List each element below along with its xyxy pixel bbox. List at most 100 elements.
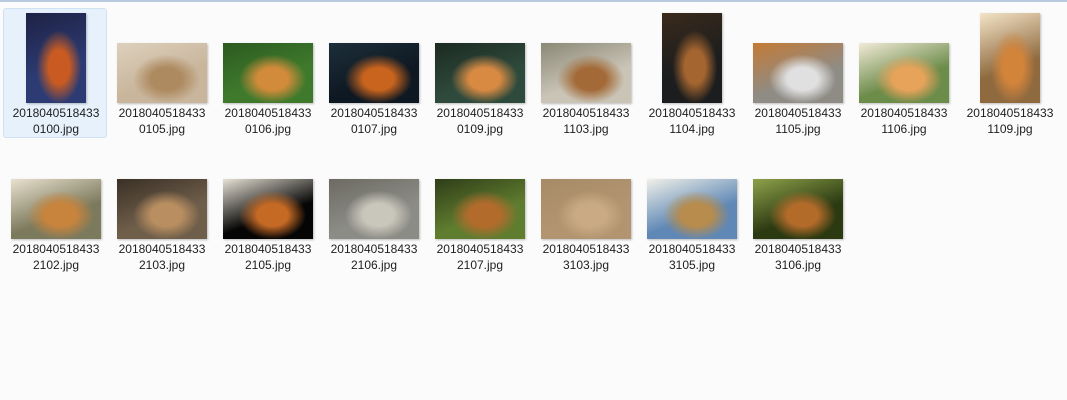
file-name: 2018040518433 1104.jpg xyxy=(640,105,744,137)
file-name-line-1: 2018040518433 xyxy=(542,242,630,256)
file-name-line-1: 2018040518433 xyxy=(224,242,312,256)
file-name-line-2: 0109.jpg xyxy=(456,122,504,136)
file-name-line-1: 2018040518433 xyxy=(118,242,206,256)
file-name-line-1: 2018040518433 xyxy=(436,106,524,120)
file-name: 2018040518433 0106.jpg xyxy=(216,105,320,137)
file-item[interactable]: 2018040518433 2107.jpg xyxy=(427,144,531,274)
file-name-line-2: 2102.jpg xyxy=(32,258,80,272)
thumbnail-frame xyxy=(4,147,108,239)
thumbnail-frame xyxy=(534,11,638,103)
file-item[interactable]: 2018040518433 2102.jpg xyxy=(3,144,107,274)
file-name-line-1: 2018040518433 xyxy=(860,106,948,120)
image-thumbnail xyxy=(980,13,1040,103)
thumbnail-frame xyxy=(428,147,532,239)
file-item[interactable]: 2018040518433 0105.jpg xyxy=(109,8,213,138)
file-name: 2018040518433 2105.jpg xyxy=(216,241,320,273)
image-thumbnail xyxy=(329,43,419,103)
image-thumbnail xyxy=(435,179,525,239)
file-name: 2018040518433 0109.jpg xyxy=(428,105,532,137)
file-item[interactable]: 2018040518433 1103.jpg xyxy=(533,8,637,138)
file-icon-grid[interactable]: 2018040518433 0100.jpg 2018040518433 0105.j… xyxy=(0,0,1067,400)
file-name: 2018040518433 2103.jpg xyxy=(110,241,214,273)
file-name: 2018040518433 1109.jpg xyxy=(958,105,1062,137)
file-name-line-2: 0106.jpg xyxy=(244,122,292,136)
file-name-line-2: 2103.jpg xyxy=(138,258,186,272)
thumbnail-frame xyxy=(640,147,744,239)
file-item[interactable]: 2018040518433 1105.jpg xyxy=(745,8,849,138)
image-thumbnail xyxy=(26,13,86,103)
image-thumbnail xyxy=(662,13,722,103)
file-name-line-1: 2018040518433 xyxy=(648,242,736,256)
file-name-line-2: 1105.jpg xyxy=(775,122,821,136)
file-name-line-1: 2018040518433 xyxy=(224,106,312,120)
file-name-line-1: 2018040518433 xyxy=(542,106,630,120)
file-name: 2018040518433 3105.jpg xyxy=(640,241,744,273)
file-name-line-2: 3105.jpg xyxy=(668,258,716,272)
thumbnail-frame xyxy=(746,147,850,239)
file-item[interactable]: 2018040518433 3103.jpg xyxy=(533,144,637,274)
file-name: 2018040518433 1105.jpg xyxy=(746,105,850,137)
file-item[interactable]: 2018040518433 2105.jpg xyxy=(215,144,319,274)
thumbnail-frame xyxy=(110,147,214,239)
file-item[interactable]: 2018040518433 3106.jpg xyxy=(745,144,849,274)
thumbnail-frame xyxy=(216,11,320,103)
file-name-line-2: 0100.jpg xyxy=(32,122,80,136)
file-item[interactable]: 2018040518433 3105.jpg xyxy=(639,144,743,274)
file-name: 2018040518433 2102.jpg xyxy=(4,241,108,273)
file-item[interactable]: 2018040518433 2106.jpg xyxy=(321,144,425,274)
file-name-line-1: 2018040518433 xyxy=(754,242,842,256)
image-thumbnail xyxy=(329,179,419,239)
file-name-line-1: 2018040518433 xyxy=(12,106,100,120)
file-name: 2018040518433 3103.jpg xyxy=(534,241,638,273)
image-thumbnail xyxy=(753,179,843,239)
file-name-line-1: 2018040518433 xyxy=(330,242,418,256)
thumbnail-frame xyxy=(110,11,214,103)
file-name: 2018040518433 1103.jpg xyxy=(534,105,638,137)
file-name-line-1: 2018040518433 xyxy=(12,242,100,256)
file-name: 2018040518433 2106.jpg xyxy=(322,241,426,273)
file-item[interactable]: 2018040518433 1109.jpg xyxy=(957,8,1061,138)
thumbnail-frame xyxy=(4,11,108,103)
file-name-line-1: 2018040518433 xyxy=(330,106,418,120)
thumbnail-frame xyxy=(852,11,956,103)
file-name-line-1: 2018040518433 xyxy=(966,106,1054,120)
thumbnail-frame xyxy=(428,11,532,103)
file-item[interactable]: 2018040518433 0106.jpg xyxy=(215,8,319,138)
file-item[interactable]: 2018040518433 0107.jpg xyxy=(321,8,425,138)
thumbnail-frame xyxy=(322,147,426,239)
thumbnail-frame xyxy=(216,147,320,239)
file-name-line-1: 2018040518433 xyxy=(648,106,736,120)
image-thumbnail xyxy=(541,43,631,103)
file-item[interactable]: 2018040518433 2103.jpg xyxy=(109,144,213,274)
file-name-line-2: 1104.jpg xyxy=(669,122,715,136)
file-item[interactable]: 2018040518433 0100.jpg xyxy=(3,8,107,138)
file-name: 2018040518433 0107.jpg xyxy=(322,105,426,137)
file-name: 2018040518433 3106.jpg xyxy=(746,241,850,273)
thumbnail-frame xyxy=(640,11,744,103)
thumbnail-frame xyxy=(746,11,850,103)
file-name: 2018040518433 0105.jpg xyxy=(110,105,214,137)
image-thumbnail xyxy=(223,43,313,103)
file-name-line-2: 1103.jpg xyxy=(563,122,609,136)
file-name-line-2: 1109.jpg xyxy=(987,122,1033,136)
file-name-line-2: 0107.jpg xyxy=(350,122,398,136)
file-name-line-1: 2018040518433 xyxy=(436,242,524,256)
file-name-line-2: 2106.jpg xyxy=(350,258,398,272)
file-item[interactable]: 2018040518433 1106.jpg xyxy=(851,8,955,138)
thumbnail-frame xyxy=(534,147,638,239)
image-thumbnail xyxy=(647,179,737,239)
image-thumbnail xyxy=(117,179,207,239)
file-name-line-2: 1106.jpg xyxy=(881,122,927,136)
image-thumbnail xyxy=(753,43,843,103)
image-thumbnail xyxy=(435,43,525,103)
image-thumbnail xyxy=(859,43,949,103)
file-item[interactable]: 2018040518433 1104.jpg xyxy=(639,8,743,138)
file-name-line-2: 2105.jpg xyxy=(244,258,292,272)
image-thumbnail xyxy=(11,179,101,239)
file-name: 2018040518433 0100.jpg xyxy=(4,105,108,137)
file-item[interactable]: 2018040518433 0109.jpg xyxy=(427,8,531,138)
thumbnail-frame xyxy=(958,11,1062,103)
image-thumbnail xyxy=(541,179,631,239)
file-name-line-2: 3103.jpg xyxy=(562,258,610,272)
file-name-line-2: 0105.jpg xyxy=(138,122,186,136)
